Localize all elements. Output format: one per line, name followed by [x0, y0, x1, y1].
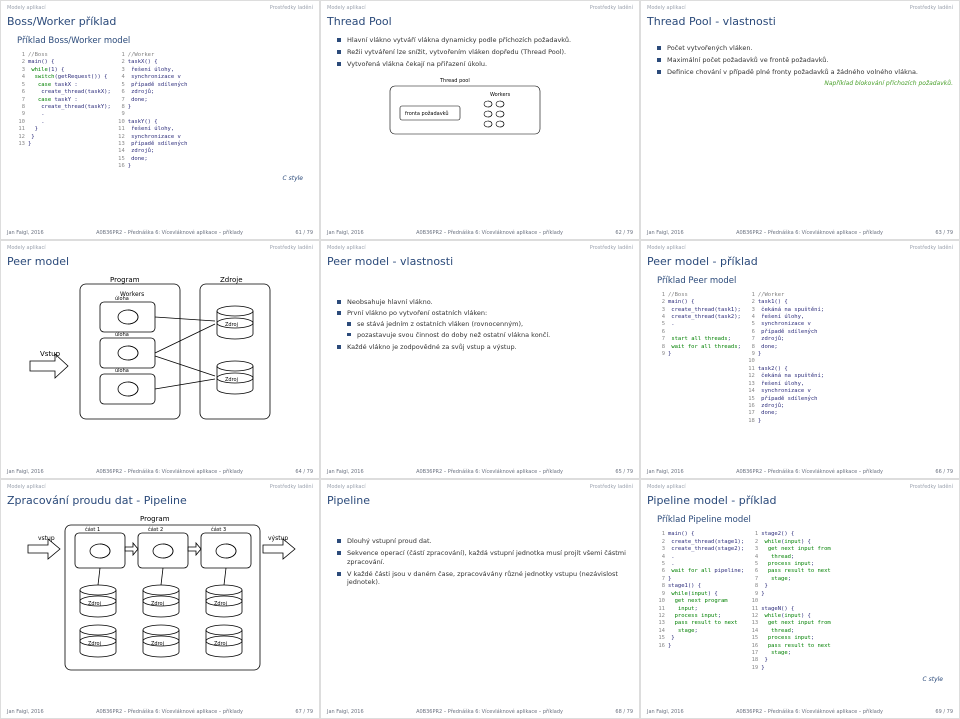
thread-pool-diagram: Thread pool fronta požadavků Workers	[380, 74, 580, 144]
svg-text:část 3: část 3	[211, 526, 226, 533]
tab-right: Prostředky ladění	[270, 5, 313, 11]
bullet: V každé části jsou v daném čase, zpracov…	[337, 570, 633, 588]
bullet: Režii vytváření lze snížit, vytvořením v…	[337, 48, 633, 57]
c-style-label: C style	[7, 175, 303, 182]
bullet: Definice chování v případě plné fronty p…	[657, 68, 953, 77]
code-boss: 1//Boss 2main() { 3 while(1) { 4 switch(…	[17, 52, 111, 171]
svg-text:Zdroj: Zdroj	[225, 322, 238, 328]
slide-boss-worker-example: Modely aplikací Prostředky ladění Boss/Wo…	[0, 0, 320, 240]
code-worker: 1//Worker 2taskX() { 3 řešení úlohy, 4 s…	[117, 52, 188, 171]
slide-title: Thread Pool	[327, 15, 633, 28]
slide-title: Peer model - vlastnosti	[327, 255, 633, 268]
code-main: 1main() { 2 create_thread(stage1); 3 cre…	[657, 531, 744, 672]
svg-text:Thread pool: Thread pool	[439, 78, 470, 84]
slide-subtitle: Příklad Peer model	[657, 276, 953, 286]
footer-mid: A0B36PR2 – Přednáška 6: Vícevláknové apl…	[96, 230, 243, 236]
code-worker: 1//Worker 2task1() { 3 čekáná na spuštěn…	[747, 292, 824, 426]
svg-text:úloha: úloha	[115, 367, 129, 374]
slide-pipeline-example: Modely aplikacíProstředky ladění Pipelin…	[640, 479, 960, 719]
slide-subtitle: Příklad Pipeline model	[657, 515, 953, 525]
bullet: První vlákno po vytvoření ostatních vlák…	[337, 309, 633, 339]
slide-title: Zpracování proudu dat - Pipeline	[7, 494, 313, 507]
bullet: Vytvořená vlákna čekají na přiřazení úko…	[337, 60, 633, 69]
slide-thread-pool: Modely aplikacíProstředky ladění Thread …	[320, 0, 640, 240]
code-boss: 1//Boss 2main() { 3 create_thread(task1)…	[657, 292, 741, 426]
svg-text:Zdroj: Zdroj	[151, 641, 164, 647]
svg-text:část 1: část 1	[85, 526, 100, 533]
svg-text:úloha: úloha	[115, 331, 129, 338]
svg-text:Zdroj: Zdroj	[214, 601, 227, 607]
peer-model-diagram: Vstup Program Workers úloha úloha úloha …	[20, 276, 300, 426]
svg-text:Zdroj: Zdroj	[225, 377, 238, 383]
sub-bullet: pozastavuje svou činnost do doby než ost…	[347, 331, 633, 340]
svg-text:Zdroj: Zdroj	[151, 601, 164, 607]
slide-title: Pipeline model - příklad	[647, 494, 953, 507]
svg-text:úloha: úloha	[115, 295, 129, 302]
bullet: Maximální počet požadavků ve frontě poža…	[657, 56, 953, 65]
sub-bullet: se stává jedním z ostatních vláken (rovn…	[347, 320, 633, 329]
svg-text:část 2: část 2	[148, 526, 163, 533]
slide-peer-model-props: Modely aplikacíProstředky ladění Peer mo…	[320, 240, 640, 480]
bullet: Sekvence operací (částí zpracování), kaž…	[337, 549, 633, 567]
pipeline-diagram: Program vstup výstup část 1 část 2 část …	[20, 515, 300, 675]
svg-text:Program: Program	[140, 515, 170, 523]
svg-text:Zdroj: Zdroj	[88, 641, 101, 647]
c-style-label: C style	[647, 676, 943, 683]
bullet: Počet vytvořených vláken.	[657, 44, 953, 53]
svg-text:vstup: vstup	[38, 535, 55, 542]
svg-text:fronta požadavků: fronta požadavků	[405, 110, 449, 117]
bullet: Každé vlákno je zodpovědné za svůj vstup…	[337, 343, 633, 352]
svg-text:Zdroj: Zdroj	[88, 601, 101, 607]
svg-text:Workers: Workers	[490, 92, 511, 98]
slide-thread-pool-props: Modely aplikacíProstředky ladění Thread …	[640, 0, 960, 240]
slide-subtitle: Příklad Boss/Worker model	[17, 36, 313, 46]
svg-text:Zdroj: Zdroj	[214, 641, 227, 647]
footer-author: Jan Faigl, 2016	[7, 230, 44, 236]
slide-pipeline: Modely aplikacíProstředky ladění Pipelin…	[320, 479, 640, 719]
bullet: Hlavní vlákno vytváří vlákna dynamicky p…	[337, 36, 633, 45]
bullet: Neobsahuje hlavní vlákno.	[337, 298, 633, 307]
svg-text:Program: Program	[110, 276, 140, 284]
slide-title: Peer model - příklad	[647, 255, 953, 268]
slide-title: Boss/Worker příklad	[7, 15, 313, 28]
slide-peer-model-example: Modely aplikacíProstředky ladění Peer mo…	[640, 240, 960, 480]
slide-title: Peer model	[7, 255, 313, 268]
tab-left: Modely aplikací	[7, 5, 46, 11]
footer-page: 61 / 79	[295, 230, 313, 236]
svg-text:Zdroje: Zdroje	[220, 276, 243, 284]
slide-pipeline-diagram: Modely aplikacíProstředky ladění Zpracov…	[0, 479, 320, 719]
bullet: Dlouhý vstupní proud dat.	[337, 537, 633, 546]
code-stages: 1stage2() { 2 while(input) { 3 get next …	[750, 531, 831, 672]
slide-peer-model: Modely aplikacíProstředky ladění Peer mo…	[0, 240, 320, 480]
slide-title: Pipeline	[327, 494, 633, 507]
slide-title: Thread Pool - vlastnosti	[647, 15, 953, 28]
note: Například blokování příchozích požadavků…	[647, 80, 953, 87]
